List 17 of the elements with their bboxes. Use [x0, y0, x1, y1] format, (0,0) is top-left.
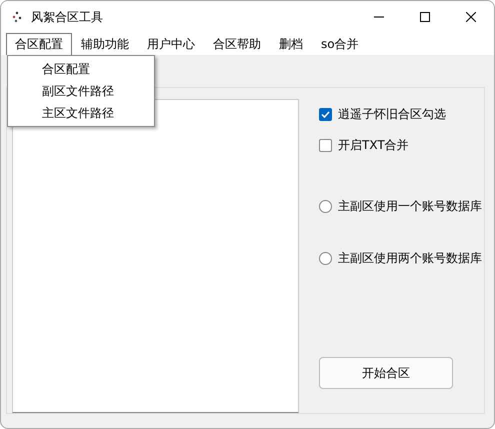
checkbox[interactable] — [319, 108, 332, 120]
start-button[interactable]: 开始合区 — [319, 357, 453, 389]
checkbox-label: 开启TXT合并 — [338, 136, 409, 154]
radio-button[interactable] — [319, 252, 332, 264]
window-title: 风絮合区工具 — [31, 8, 104, 26]
checkbox-label: 逍遥子怀旧合区勾选 — [338, 106, 446, 122]
checkbox[interactable] — [319, 138, 332, 152]
maximize-icon — [420, 12, 430, 22]
dropdown-item[interactable]: 主区文件路径 — [8, 102, 154, 124]
dropdown-item[interactable]: 合区配置 — [8, 58, 154, 80]
app-icon — [11, 11, 23, 23]
dropdown-item[interactable]: 副区文件路径 — [8, 80, 154, 102]
radio-label: 主副区使用两个账号数据库 — [338, 250, 482, 266]
menu-item[interactable]: 合区配置 — [6, 33, 72, 55]
radio-label: 主副区使用一个账号数据库 — [338, 198, 482, 214]
close-icon — [466, 12, 476, 22]
radio-button[interactable] — [319, 200, 332, 212]
